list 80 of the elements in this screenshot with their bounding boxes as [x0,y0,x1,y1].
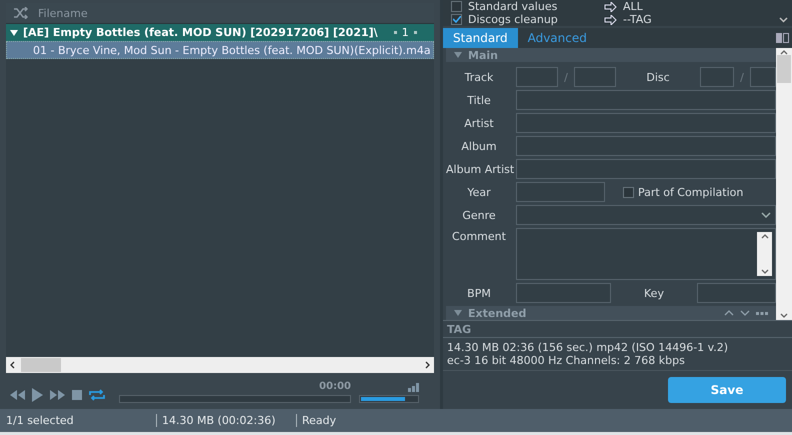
scroll-down-icon[interactable] [760,269,768,274]
rewind-icon[interactable] [10,390,25,400]
action-target: --TAG [623,13,652,26]
square-icon [394,31,397,34]
file-row[interactable]: 01 - Bryce Vine, Mod Sun - Empty Bottles (feat. MOD SUN)(Explicit).m4a [6,41,434,59]
scroll-down-icon[interactable] [780,313,788,318]
input-field[interactable] [516,90,776,110]
checkbox[interactable] [623,186,634,198]
section-header[interactable]: Main [446,48,776,62]
save-button[interactable]: Save [668,377,786,403]
scroll-right-icon[interactable] [425,361,430,369]
input-field[interactable] [574,67,616,87]
scrollbar-thumb[interactable] [777,55,791,83]
folder-row[interactable]: [AE] Empty Bottles (feat. MOD SUN) [202917206] [2021]\ 1 [6,24,434,41]
field-label: Key [643,286,665,300]
square-icon [414,31,417,34]
field-label: Disc [645,70,671,84]
chevron-down-icon [761,212,771,218]
scrollbar-thumb[interactable] [21,358,61,372]
shuffle-icon[interactable] [14,7,28,19]
status-text: 14.30 MB (00:02:36) [156,414,296,427]
vertical-scrollbar[interactable] [757,232,772,276]
chevron-down-icon[interactable] [740,310,750,316]
time-readout: 00:00 [318,381,351,392]
seek-bar[interactable] [119,395,351,403]
repeat-icon[interactable] [89,389,105,401]
input-field[interactable] [516,136,776,156]
tab[interactable]: Advanced [518,28,597,48]
fast-forward-icon[interactable] [50,390,65,400]
arrow-icon [604,2,617,12]
tab[interactable]: Standard [443,28,518,48]
input-field[interactable] [516,159,776,179]
scroll-up-icon[interactable] [760,234,768,239]
field-label: Artist [463,116,495,130]
panel-layout-icon[interactable] [776,33,789,43]
input-field[interactable] [516,283,611,303]
panel-title: TAG [443,320,792,338]
collapse-arrow-icon[interactable] [10,30,18,36]
text-area[interactable] [516,228,776,280]
scroll-left-icon[interactable] [10,361,15,369]
status-text: Ready [296,414,436,427]
input-field[interactable] [516,182,605,202]
column-header[interactable]: Filename [38,6,88,20]
horizontal-scrollbar[interactable] [6,357,434,373]
input-field[interactable] [516,113,776,133]
input-field[interactable] [516,67,558,87]
field-label: BPM [466,286,492,300]
field-label: Genre [461,208,497,222]
field-label: Album Artist [446,162,512,176]
field-label: Year [466,186,492,198]
play-icon[interactable] [32,388,43,402]
file-info-text: 14.30 MB 02:36 (156 sec.) mp42 (ISO 14496-1 v.2) [447,341,730,354]
scroll-down-icon[interactable] [779,17,788,23]
action-label: Discogs cleanup [468,13,559,26]
section-header[interactable]: Extended [446,306,776,320]
field-label: Comment [451,230,507,243]
arrow-icon [604,14,617,24]
input-field[interactable] [697,283,776,303]
more-icon[interactable] [756,312,768,314]
field-label: Track [464,70,494,84]
collapse-arrow-icon[interactable] [454,52,462,58]
checkbox-label: Part of Compilation [638,186,744,198]
checkbox[interactable] [451,14,462,25]
input-field[interactable] [700,67,734,87]
scroll-up-icon[interactable] [780,50,788,55]
file-info-text: ec-3 16 bit 48000 Hz Channels: 2 768 kbps [447,354,686,367]
separator: / [563,70,569,84]
volume-slider[interactable] [359,395,419,403]
input-field[interactable] [750,67,776,87]
field-label: Title [466,94,492,106]
status-text: 1/1 selected [6,414,75,427]
action-target: ALL [623,0,643,13]
field-label: Album [460,140,498,152]
action-label: Standard values [468,0,558,13]
volume-bars-icon [408,383,419,392]
collapse-arrow-icon[interactable] [454,310,462,316]
vertical-scrollbar[interactable] [776,48,792,320]
checkbox[interactable] [451,1,462,12]
chevron-up-icon[interactable] [724,310,734,316]
separator: / [739,70,745,84]
